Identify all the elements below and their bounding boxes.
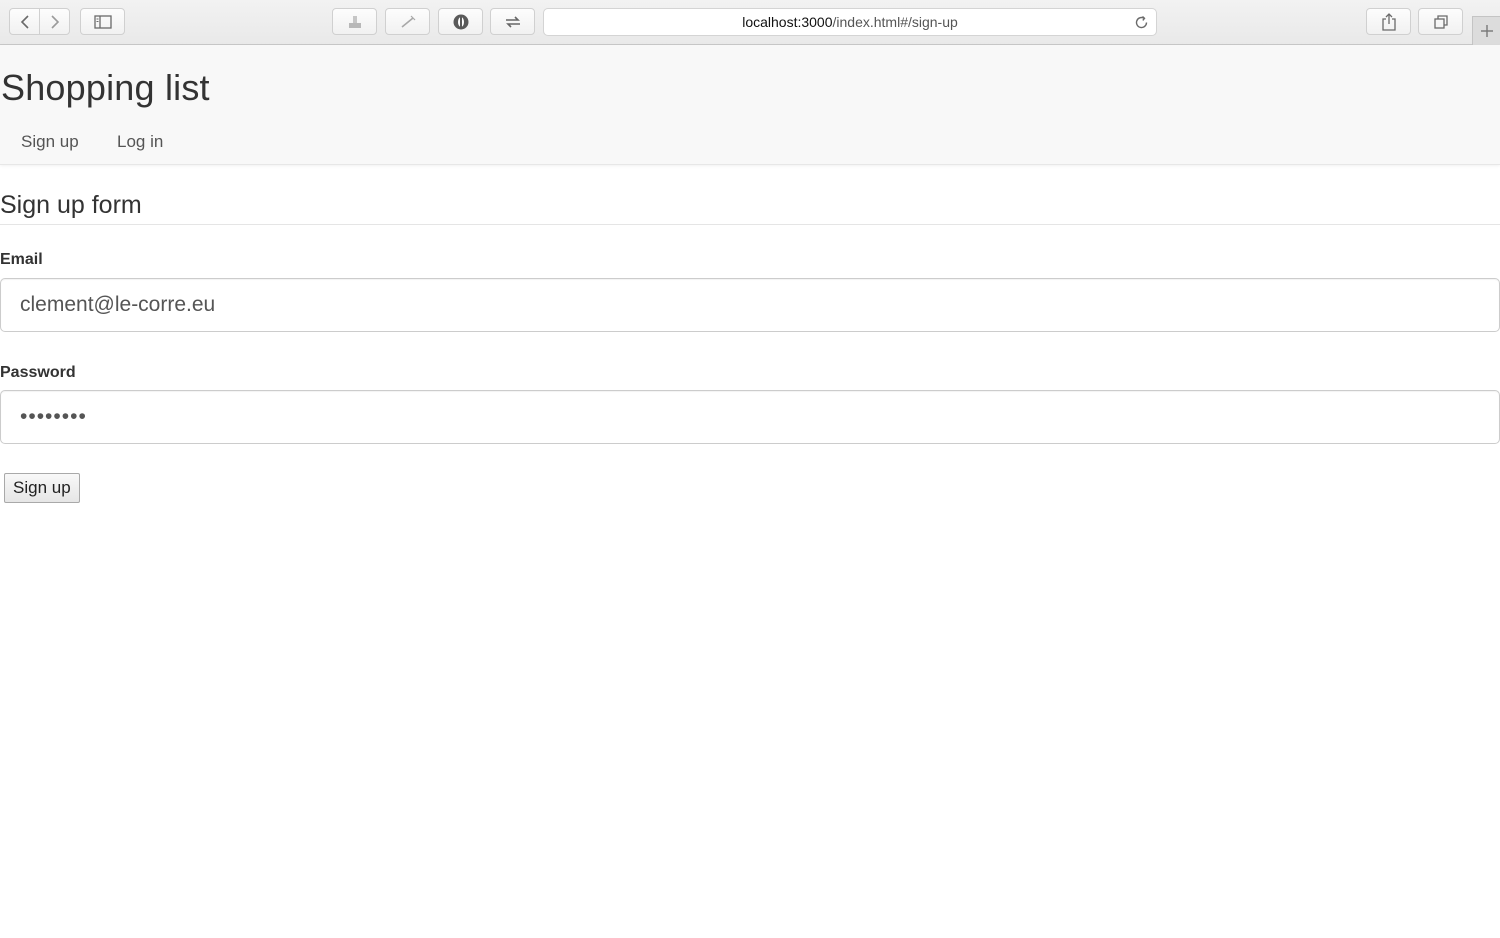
browser-toolbar: localhost:3000/index.html#/sign-up [0, 0, 1500, 45]
extension-button-4[interactable] [490, 8, 535, 35]
nav-sign-up-link[interactable]: Sign up [21, 132, 79, 152]
extension-button-2[interactable] [385, 8, 430, 35]
sidebar-icon [93, 14, 112, 29]
form-divider [0, 224, 1500, 225]
shield-icon [453, 14, 468, 29]
address-bar[interactable]: localhost:3000/index.html#/sign-up [543, 8, 1157, 36]
page-title: Shopping list [1, 67, 210, 108]
chevron-left-icon [20, 14, 29, 29]
sign-up-button[interactable]: Sign up [4, 473, 80, 503]
email-field[interactable] [0, 278, 1500, 332]
page-content: Shopping list Sign up Log in Sign up for… [0, 45, 1500, 938]
stamp-icon [348, 15, 361, 28]
history-nav [9, 8, 70, 35]
url-host: localhost:3000 [742, 14, 833, 30]
password-label: Password [0, 364, 76, 381]
forward-button[interactable] [39, 9, 69, 34]
back-button[interactable] [10, 9, 39, 34]
url-path: /index.html#/sign-up [832, 14, 958, 30]
reload-icon[interactable] [1133, 14, 1150, 31]
sidebar-button[interactable] [80, 8, 125, 35]
site-header: Shopping list Sign up Log in [0, 45, 1500, 165]
wand-icon [400, 15, 415, 28]
password-field[interactable] [0, 390, 1500, 444]
tabs-button[interactable] [1418, 8, 1463, 35]
nav-log-in-link[interactable]: Log in [117, 132, 163, 152]
tabs-icon [1433, 14, 1448, 29]
share-icon [1381, 12, 1396, 31]
plus-icon [1480, 25, 1493, 37]
form-heading: Sign up form [0, 191, 142, 219]
extension-button-1[interactable] [332, 8, 377, 35]
email-label: Email [0, 251, 43, 268]
swap-arrows-icon [505, 15, 520, 28]
chevron-right-icon [50, 14, 59, 29]
share-button[interactable] [1366, 8, 1411, 35]
extension-button-3[interactable] [438, 8, 483, 35]
new-tab-button[interactable] [1472, 16, 1500, 45]
